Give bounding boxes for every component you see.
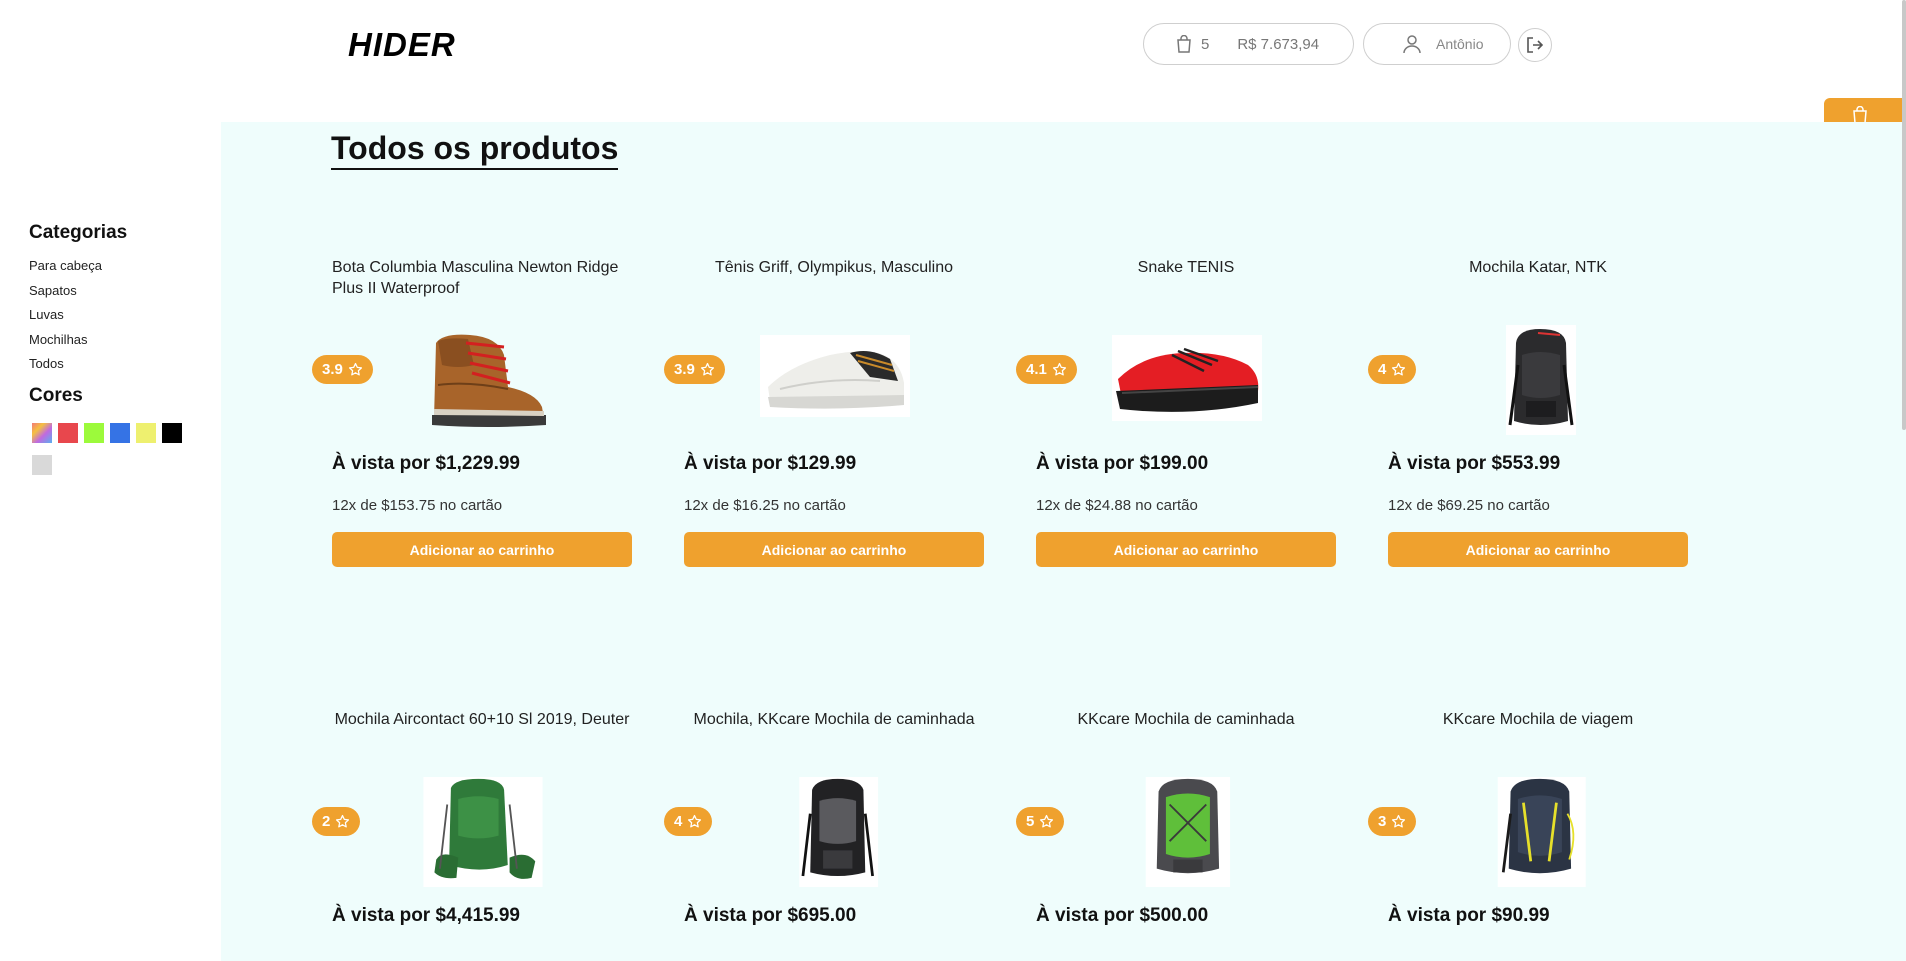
product-image-red-water-shoe[interactable]	[1112, 325, 1262, 435]
color-swatch-grey[interactable]	[32, 454, 52, 475]
product-price: À vista por $199.00	[1036, 453, 1209, 474]
logout-icon	[1527, 37, 1544, 53]
products-area: Todos os produtos Bota Columbia Masculin…	[221, 122, 1906, 961]
category-item-luvas[interactable]: Luvas	[29, 307, 189, 332]
product-price: À vista por $129.99	[684, 453, 857, 474]
rating-badge: 5	[1016, 807, 1065, 836]
rating-value: 2	[322, 813, 331, 830]
product-name[interactable]: KKcare Mochila de viagem	[1388, 709, 1688, 730]
rating-value: 3.9	[322, 361, 343, 378]
rating-badge: 3.9	[312, 355, 373, 384]
product-image-lime-backpack[interactable]	[1112, 777, 1262, 887]
colors-title: Cores	[29, 384, 83, 406]
color-swatch-multicolor[interactable]	[32, 422, 52, 443]
product-name[interactable]: Snake TENIS	[1036, 257, 1336, 278]
category-item-sapatos[interactable]: Sapatos	[29, 283, 189, 308]
logo[interactable]: HIDER	[348, 26, 456, 64]
rating-value: 3	[1378, 813, 1387, 830]
product-name[interactable]: Mochila Katar, NTK	[1388, 257, 1688, 278]
user-profile-button[interactable]: Antônio	[1363, 23, 1511, 65]
color-swatch-black[interactable]	[162, 422, 182, 443]
rating-value: 3.9	[674, 361, 695, 378]
user-name: Antônio	[1436, 36, 1484, 52]
product-installments: 12x de $153.75 no cartão	[332, 497, 503, 514]
product-image-black-grey-backpack[interactable]	[760, 777, 910, 887]
rating-value: 4.1	[1026, 361, 1047, 378]
rating-value: 5	[1026, 813, 1035, 830]
page-title: Todos os produtos	[331, 130, 619, 170]
product-name[interactable]: Tênis Griff, Olympikus, Masculino	[684, 257, 984, 278]
category-item-para-cabeca[interactable]: Para cabeça	[29, 258, 189, 283]
add-to-cart-button[interactable]: Adicionar ao carrinho	[1388, 532, 1688, 567]
product-installments: 12x de $69.25 no cartão	[1388, 497, 1550, 514]
scrollbar[interactable]	[1902, 0, 1906, 430]
product-price: À vista por $1,229.99	[332, 453, 520, 474]
color-swatches	[29, 422, 189, 475]
sidebar: Categorias Para cabeça Sapatos Luvas Moc…	[29, 222, 189, 475]
rating-value: 4	[674, 813, 683, 830]
product-price: À vista por $4,415.99	[332, 905, 520, 926]
star-icon	[1392, 814, 1406, 828]
rating-badge: 4	[664, 807, 713, 836]
cart-total: R$ 7.673,94	[1237, 35, 1320, 53]
rating-badge: 4.1	[1016, 355, 1077, 384]
product-price: À vista por $500.00	[1036, 905, 1209, 926]
cart-summary-button[interactable]: 5 R$ 7.673,94	[1143, 23, 1354, 65]
product-name[interactable]: KKcare Mochila de caminhada	[1036, 709, 1336, 730]
rating-badge: 2	[312, 807, 361, 836]
category-item-mochilhas[interactable]: Mochilhas	[29, 332, 189, 357]
product-name[interactable]: Bota Columbia Masculina Newton Ridge Plu…	[332, 257, 632, 299]
rating-badge: 3	[1368, 807, 1417, 836]
logout-button[interactable]	[1518, 28, 1552, 62]
star-icon	[688, 814, 702, 828]
color-swatch-red[interactable]	[58, 422, 78, 443]
star-icon	[700, 362, 714, 376]
color-swatch-blue[interactable]	[110, 422, 130, 443]
product-price: À vista por $90.99	[1388, 905, 1550, 926]
color-swatch-green[interactable]	[84, 422, 104, 443]
product-image-white-sneaker[interactable]	[760, 325, 910, 435]
star-icon	[1040, 814, 1054, 828]
category-item-todos[interactable]: Todos	[29, 356, 189, 381]
product-image-navy-yellow-backpack[interactable]	[1464, 777, 1614, 887]
page: HIDER 5 R$ 7.673,94 Antônio Categorias P…	[0, 0, 1906, 961]
star-icon	[1052, 362, 1066, 376]
rating-badge: 3.9	[664, 355, 725, 384]
add-to-cart-button[interactable]: Adicionar ao carrinho	[332, 532, 632, 567]
product-price: À vista por $553.99	[1388, 453, 1561, 474]
product-price: À vista por $695.00	[684, 905, 857, 926]
category-list: Para cabeça Sapatos Luvas Mochilhas Todo…	[29, 258, 189, 381]
product-installments: 12x de $16.25 no cartão	[684, 497, 846, 514]
star-icon	[348, 362, 362, 376]
product-name[interactable]: Mochila, KKcare Mochila de caminhada	[684, 709, 984, 730]
user-icon	[1403, 35, 1421, 54]
add-to-cart-button[interactable]: Adicionar ao carrinho	[1036, 532, 1336, 567]
shopping-bag-icon	[1177, 35, 1191, 53]
product-image-brown-boot[interactable]	[408, 325, 558, 435]
product-image-black-backpack[interactable]	[1464, 325, 1614, 435]
product-name[interactable]: Mochila Aircontact 60+10 Sl 2019, Deuter	[332, 709, 632, 730]
product-installments: 12x de $24.88 no cartão	[1036, 497, 1198, 514]
rating-badge: 4	[1368, 355, 1417, 384]
categories-title: Categorias	[29, 222, 128, 243]
star-icon	[1392, 362, 1406, 376]
add-to-cart-button[interactable]: Adicionar ao carrinho	[684, 532, 984, 567]
rating-value: 4	[1378, 361, 1387, 378]
cart-count: 5	[1201, 35, 1210, 53]
color-swatch-yellow[interactable]	[136, 422, 156, 443]
product-image-green-backpack[interactable]	[408, 777, 558, 887]
star-icon	[336, 814, 350, 828]
